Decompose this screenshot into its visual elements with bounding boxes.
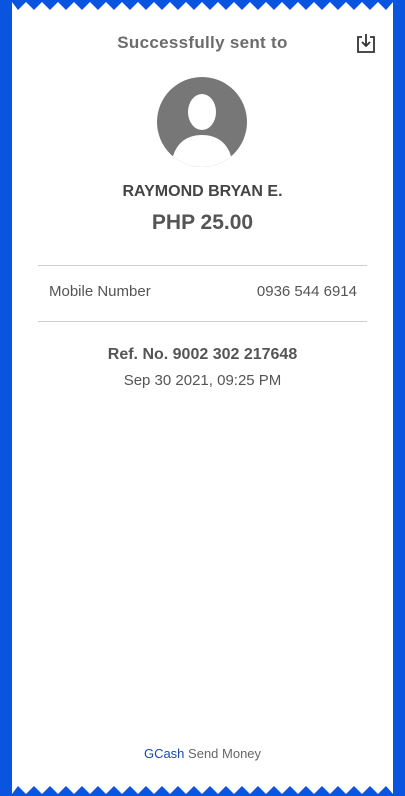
- receipt-bottom-zigzag-edge: [12, 786, 393, 796]
- brand-name: GCash: [143, 746, 185, 761]
- download-icon[interactable]: [355, 33, 377, 55]
- transaction-receipt: Successfully sent to RAYMOND BRYAN E. PH…: [12, 0, 393, 796]
- recipient-name: RAYMOND BRYAN E.: [122, 183, 283, 200]
- receipt-top-zigzag-edge: [12, 0, 393, 10]
- transaction-datetime: Sep 30 2021, 09:25 PM: [123, 372, 282, 389]
- footer-label: Send Money: [188, 746, 262, 761]
- divider-bottom: [38, 321, 367, 322]
- reference-number: Ref. No. 9002 302 217648: [107, 346, 298, 363]
- divider-top: [38, 265, 367, 266]
- mobile-number-value: 0936 544 6914: [256, 283, 357, 300]
- footer-caption: GCash Send Money: [12, 746, 393, 761]
- mobile-number-label: Mobile Number: [49, 283, 151, 300]
- mobile-number-row: Mobile Number 0936 544 6914: [49, 283, 357, 300]
- sent-amount: PHP 25.00: [151, 211, 254, 234]
- person-avatar-icon: [157, 77, 247, 167]
- success-heading: Successfully sent to: [117, 33, 288, 52]
